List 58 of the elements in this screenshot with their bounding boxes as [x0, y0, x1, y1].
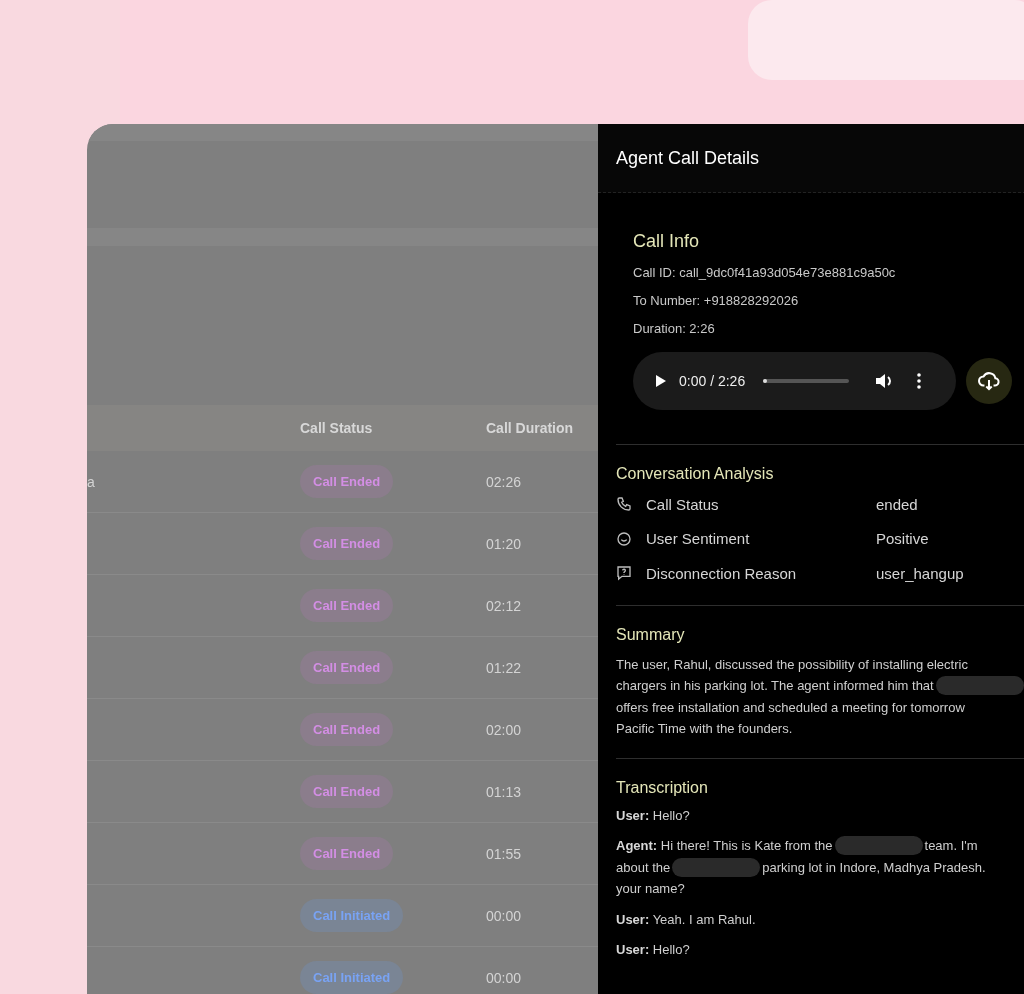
- status-badge: Call Ended: [300, 651, 394, 684]
- time-readout: 0:00 / 2:26: [679, 373, 746, 389]
- table-cell-text: 02:00: [486, 721, 523, 738]
- status-badge: Call Ended: [300, 465, 394, 498]
- analysis-value: user_hangup: [876, 564, 965, 582]
- audio-player[interactable]: 0:00 / 2:26: [633, 352, 956, 410]
- analysis-label: User Sentiment: [646, 530, 751, 548]
- section-heading: Summary: [616, 625, 686, 644]
- text-line: User: Yeah. I am Rahul.: [616, 911, 756, 927]
- status-badge: Call Ended: [300, 589, 394, 622]
- status-badge: Call Ended: [300, 527, 394, 560]
- column-header: Call Status: [300, 420, 374, 436]
- table-cell-text: 01:22: [486, 659, 523, 676]
- text-line: your name?: [616, 881, 685, 897]
- section-heading: Conversation Analysis: [616, 465, 775, 483]
- info-line: Duration: 2:26: [633, 321, 716, 336]
- status-badge: Call Ended: [300, 837, 394, 870]
- play-icon[interactable]: [655, 374, 667, 388]
- table-cell-text: 02:12: [486, 597, 523, 614]
- analysis-label: Disconnection Reason: [646, 564, 798, 582]
- text-line: User: Hello?: [616, 942, 690, 958]
- text-line: Pacific Time with the founders.: [616, 721, 793, 737]
- phone-icon: [616, 496, 632, 513]
- text-line: Agent: Hi there! This is Kate from the: [616, 838, 833, 854]
- text-line: User: Hello?: [616, 807, 690, 823]
- text-line: team. I'm: [924, 838, 978, 854]
- text-line: parking lot in Indore, Madhya Pradesh.: [762, 859, 986, 875]
- table-cell-text: 01:13: [486, 783, 523, 800]
- table-cell-text: a: [87, 473, 96, 490]
- table-cell-text: 00:00: [486, 907, 523, 924]
- analysis-value: ended: [876, 495, 919, 513]
- smiley-icon: [616, 530, 632, 547]
- question-message-icon: [616, 565, 632, 582]
- status-badge: Call Ended: [300, 713, 394, 746]
- download-button[interactable]: [966, 358, 1012, 404]
- cloud-download-icon: [978, 371, 1000, 391]
- status-badge: Call Initiated: [300, 899, 404, 932]
- more-icon[interactable]: [917, 373, 922, 389]
- section-heading: Call Info: [633, 231, 701, 252]
- analysis-label: Call Status: [646, 495, 720, 513]
- text-line: offers free installation and scheduled a meeting for tomorrow: [616, 699, 965, 715]
- text-line: The user, Rahul, discussed the possibility of installing electric: [616, 656, 968, 672]
- volume-icon[interactable]: [875, 373, 894, 389]
- section-heading: Transcription: [616, 778, 709, 797]
- table-cell-text: 00:00: [486, 969, 523, 986]
- progress-fill[interactable]: [763, 379, 768, 383]
- text-line: about the: [616, 859, 671, 875]
- info-line: To Number: +918828292026: [633, 293, 800, 308]
- table-cell-text: 01:20: [486, 535, 523, 552]
- table-cell-text: 01:55: [486, 845, 523, 862]
- status-badge: Call Initiated: [300, 961, 404, 994]
- text-line: chargers in his parking lot. The agent informed him that: [616, 678, 934, 694]
- column-header: Call Duration: [486, 420, 575, 436]
- panel-title: Agent Call Details: [616, 147, 760, 169]
- info-line: Call ID: call_9dc0f41a93d054e73e881c9a50c: [633, 265, 897, 280]
- status-badge: Call Ended: [300, 775, 394, 808]
- analysis-value: Positive: [876, 530, 930, 548]
- table-cell-text: 02:26: [486, 473, 523, 490]
